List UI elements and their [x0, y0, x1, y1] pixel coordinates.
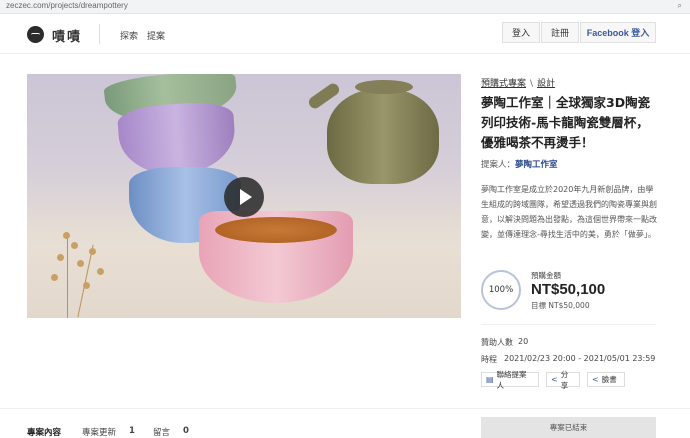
raised-label: 預購金額: [531, 271, 561, 280]
facebook-share-button[interactable]: < 臉書: [587, 372, 625, 387]
contact-label: 聯絡提案人: [496, 369, 527, 390]
fb-share-label: 臉書: [601, 375, 617, 384]
url-text[interactable]: zeczec.com/projects/dreampottery: [6, 1, 128, 10]
facebook-login-button[interactable]: Facebook 登入: [580, 22, 656, 43]
contact-proposer-button[interactable]: ▤ 聯絡提案人: [481, 370, 539, 390]
proposer-label: 提案人: [481, 160, 507, 170]
teapot: [327, 89, 439, 184]
share-label: 分享: [560, 369, 569, 390]
progress-ring: 100%: [481, 270, 521, 310]
raised-amount: NT$50,100: [531, 281, 606, 298]
tea-surface: [215, 217, 337, 243]
tab-content[interactable]: 專案內容: [27, 426, 61, 438]
project-title: 夢陶工作室｜全球獨家3D陶瓷列印技術-馬卡龍陶瓷雙層杯，優雅喝茶不再燙手！: [481, 95, 651, 150]
signup-button[interactable]: 註冊: [541, 22, 579, 43]
comments-count: 0: [183, 426, 189, 436]
breadcrumb-subcategory[interactable]: 設計: [537, 79, 555, 89]
message-icon: ▤: [486, 375, 494, 384]
divider: [481, 324, 656, 325]
login-button[interactable]: 登入: [502, 22, 540, 43]
nav-explore-link[interactable]: 探索: [120, 29, 138, 42]
browser-address-bar[interactable]: zeczec.com/projects/dreampottery ⌕: [0, 0, 690, 14]
proposer-line: 提案人：夢陶工作室: [481, 160, 558, 170]
share-button[interactable]: < 分享: [546, 370, 580, 390]
breadcrumb-category[interactable]: 預購式專案: [481, 79, 526, 89]
nav-propose-link[interactable]: 提案: [147, 29, 165, 42]
dried-flowers: [27, 224, 115, 318]
tab-comments[interactable]: 留言: [153, 426, 170, 438]
tab-updates[interactable]: 專案更新: [82, 426, 116, 438]
logo-icon[interactable]: [27, 26, 44, 43]
progress-percent: 100%: [488, 285, 514, 295]
zoom-icon[interactable]: ⌕: [678, 1, 682, 11]
updates-count: 1: [129, 426, 135, 436]
breadcrumb: 預購式專案 \ 設計: [481, 79, 556, 89]
project-video[interactable]: [27, 74, 461, 318]
play-icon[interactable]: [224, 177, 264, 217]
proposer-link[interactable]: 夢陶工作室: [515, 160, 558, 170]
nav-divider: [99, 24, 100, 44]
share-icon: <: [551, 375, 558, 384]
site-logo[interactable]: 嘖嘖: [52, 26, 82, 45]
time-range: 2021/02/23 20:00 - 2021/05/01 23:59: [504, 354, 656, 363]
project-description: 夢陶工作室是成立於2020年九月新創品牌，由學生組成的跨域團隊，希望透過我們的陶…: [481, 185, 657, 239]
top-navigation: 嘖嘖 探索 提案 登入 註冊 Facebook 登入: [0, 14, 690, 54]
share-icon: <: [592, 375, 599, 384]
project-ended-button[interactable]: 專案已結束: [481, 417, 656, 438]
backers-count: 20: [518, 337, 529, 346]
time-label: 時程: [481, 355, 497, 364]
goal-amount: 目標 NT$50,000: [531, 301, 590, 310]
backers-label: 贊助人數: [481, 338, 513, 347]
teapot-lid: [355, 80, 413, 94]
